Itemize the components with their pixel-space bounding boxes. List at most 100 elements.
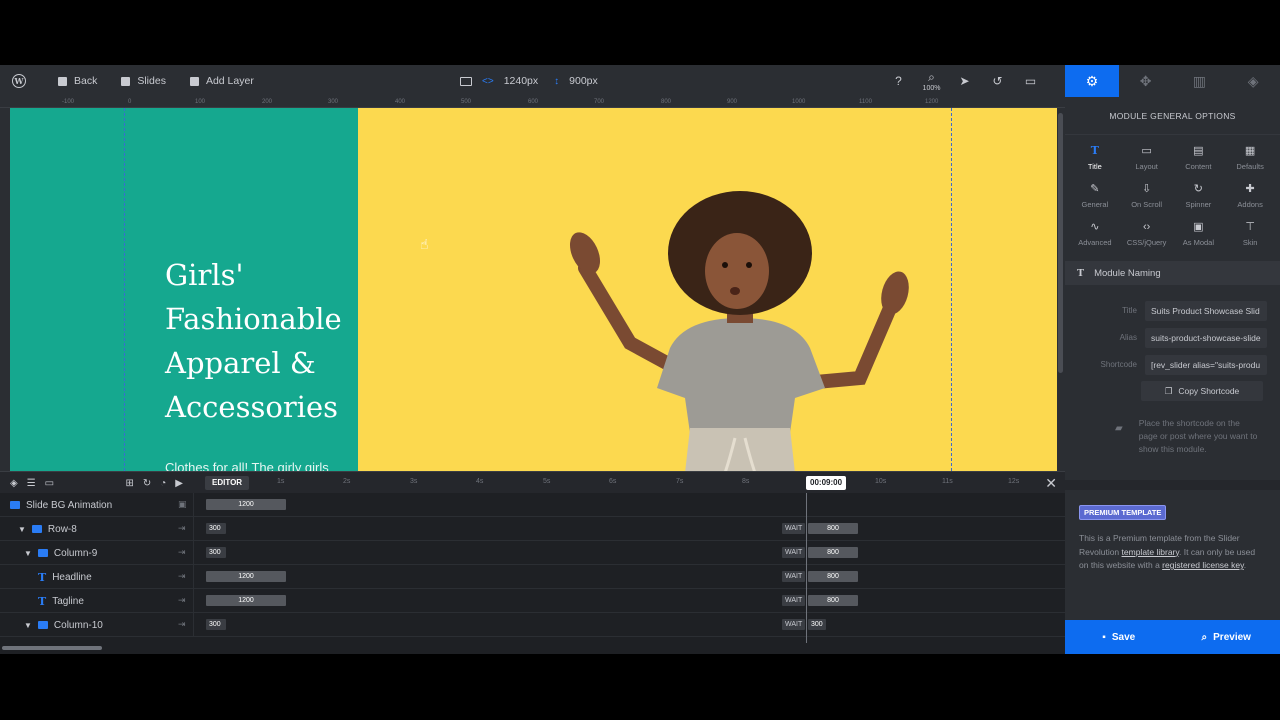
add-layer-button[interactable]: Add Layer <box>178 65 266 97</box>
timeline-row[interactable]: T Tagline ⇥ 1200 WAIT 800 <box>0 589 1065 613</box>
ruler-label: 200 <box>262 99 273 105</box>
tab-layer-settings[interactable]: ▥ <box>1173 65 1227 97</box>
end-bar[interactable]: 800 <box>808 571 858 582</box>
copy-icon: ❐ <box>1164 385 1173 396</box>
defaults-icon: ▦ <box>1244 145 1256 157</box>
option-addons[interactable]: ✚ Addons <box>1224 183 1276 209</box>
caret-down-icon[interactable]: ▼ <box>18 525 26 534</box>
option-label: On Scroll <box>1131 200 1163 209</box>
panel-title: MODULE GENERAL OPTIONS <box>1065 97 1280 135</box>
animation-bar[interactable]: 300 <box>206 619 226 630</box>
list-icon[interactable]: ☰ <box>27 478 36 489</box>
option-skin[interactable]: ⊤ Skin <box>1224 221 1276 247</box>
preview-button[interactable]: ⌕ Preview <box>1173 620 1280 654</box>
copy-shortcode-button[interactable]: ❐ Copy Shortcode <box>1141 381 1263 401</box>
module-naming-header[interactable]: T Module Naming <box>1065 261 1280 285</box>
end-bar[interactable]: 800 <box>808 595 858 606</box>
add-layer-icon <box>189 76 199 86</box>
shortcode-input[interactable]: [rev_slider alias="suits-produ <box>1145 354 1267 375</box>
tab-layers[interactable]: ◈ <box>1226 65 1280 97</box>
pointer-icon[interactable]: ➤ <box>948 65 981 97</box>
options-panel: MODULE GENERAL OPTIONS T Title ▭ Layout ▤ C… <box>1065 97 1280 620</box>
timeline-row[interactable]: T Headline ⇥ 1200 WAIT 800 <box>0 565 1065 589</box>
option-spinner[interactable]: ↻ Spinner <box>1173 183 1225 209</box>
spinner-icon: ↻ <box>1193 183 1203 195</box>
folder-icon[interactable]: ▭ <box>45 478 54 489</box>
wordpress-button[interactable]: W <box>0 65 38 97</box>
width-value[interactable]: 1240px <box>504 75 538 87</box>
license-key-link[interactable]: registered license key <box>1162 560 1244 570</box>
end-arrow-icon[interactable]: ⇥ <box>178 619 186 630</box>
option-title[interactable]: T Title <box>1069 145 1121 172</box>
save-button[interactable]: ▪ Save <box>1065 620 1173 654</box>
playhead-time[interactable]: 00:09:00 <box>806 476 847 490</box>
end-bar[interactable]: 800 <box>808 523 858 534</box>
timeline-scrollbar[interactable] <box>0 643 1065 654</box>
add-layer-label: Add Layer <box>205 75 254 87</box>
caret-down-icon[interactable]: ▼ <box>24 621 32 630</box>
end-bar[interactable]: 800 <box>808 547 858 558</box>
girl-image-layer[interactable] <box>565 183 925 471</box>
template-library-link[interactable]: template library <box>1122 547 1179 557</box>
option-label: Content <box>1185 162 1212 171</box>
time-tick: 3s <box>410 478 418 485</box>
end-arrow-icon[interactable]: ⇥ <box>178 523 186 534</box>
end-arrow-icon[interactable]: ⇥ <box>178 547 186 558</box>
timer-icon[interactable]: ◔ <box>160 478 166 489</box>
help-icon[interactable]: ? <box>882 65 915 97</box>
option-as-modal[interactable]: ▣ As Modal <box>1173 221 1225 247</box>
option-label: Skin <box>1242 238 1258 247</box>
height-value[interactable]: 900px <box>569 75 598 87</box>
headline-layer[interactable]: Girls' Fashionable Apparel & Accessories <box>165 253 355 429</box>
title-input[interactable]: Suits Product Showcase Slid <box>1145 300 1267 321</box>
device-preview-icon[interactable]: ▭ <box>1014 65 1047 97</box>
layers-stack-icon[interactable]: ◈ <box>10 478 18 489</box>
editor-label[interactable]: EDITOR <box>205 476 250 490</box>
animation-bar[interactable]: 1200 <box>206 571 286 582</box>
option-defaults[interactable]: ▦ Defaults <box>1224 145 1276 171</box>
bg-image-icon[interactable]: ▣ <box>178 499 187 510</box>
grid-icon[interactable]: ⊞ <box>125 478 133 489</box>
animation-bar[interactable]: 1200 <box>206 595 286 606</box>
timeline-row[interactable]: Slide BG Animation ▣ 1200 <box>0 493 1065 517</box>
ruler-label: 300 <box>328 99 339 105</box>
end-arrow-icon[interactable]: ⇥ <box>178 571 186 582</box>
option-content[interactable]: ▤ Content <box>1173 145 1225 171</box>
desktop-icon[interactable] <box>460 76 472 86</box>
timeline-row[interactable]: ▼ Row-8 ⇥ 300 WAIT 800 <box>0 517 1065 541</box>
slides-button[interactable]: Slides <box>109 65 178 97</box>
canvas-scrollbar[interactable] <box>1057 108 1065 471</box>
zoom-control[interactable]: ⌕ 100% <box>915 65 948 97</box>
comment-icon: ▰ <box>1115 423 1123 434</box>
close-icon[interactable]: ✕ <box>1045 475 1057 492</box>
alias-input[interactable]: suits-product-showcase-slide <box>1145 327 1267 348</box>
timeline-row[interactable]: ▼ Column-10 ⇥ 300 WAIT 300 <box>0 613 1065 637</box>
row-name: Slide BG Animation <box>10 493 112 517</box>
tab-slide-settings[interactable]: ✥ <box>1119 65 1173 97</box>
caret-down-icon[interactable]: ▼ <box>24 549 32 558</box>
end-arrow-icon[interactable]: ⇥ <box>178 595 186 606</box>
tagline-layer[interactable]: Clothes for all! The girly girls <box>165 460 329 471</box>
option-label: Defaults <box>1236 162 1264 171</box>
play-icon[interactable]: ▶ <box>175 478 183 489</box>
shortcode-hint: ▰ Place the shortcode on the page or pos… <box>1065 417 1280 456</box>
option-css-jquery[interactable]: ‹› CSS/jQuery <box>1121 221 1173 247</box>
tab-module-settings[interactable]: ⚙ <box>1065 65 1119 97</box>
animation-bar[interactable]: 300 <box>206 523 226 534</box>
timeline-row[interactable]: ▼ Column-9 ⇥ 300 WAIT 800 <box>0 541 1065 565</box>
slide-canvas[interactable]: Girls' Fashionable Apparel & Accessories… <box>10 108 1065 471</box>
row-name: ▼ Column-10 <box>24 613 103 637</box>
repeat-icon[interactable]: ↻ <box>143 478 151 489</box>
undo-icon[interactable]: ↺ <box>981 65 1014 97</box>
ruler-label: 1100 <box>859 99 872 105</box>
zoom-icon: ⌕ <box>928 70 935 84</box>
option-layout[interactable]: ▭ Layout <box>1121 145 1173 171</box>
option-on-scroll[interactable]: ⇩ On Scroll <box>1121 183 1173 209</box>
option-general[interactable]: ✎ General <box>1069 183 1121 209</box>
animation-bar[interactable]: 300 <box>206 547 226 558</box>
slides-icon <box>121 76 131 86</box>
back-button[interactable]: Back <box>46 65 109 97</box>
animation-bar[interactable]: 1200 <box>206 499 286 510</box>
end-bar[interactable]: 300 <box>808 619 826 630</box>
option-advanced[interactable]: ∿ Advanced <box>1069 221 1121 247</box>
